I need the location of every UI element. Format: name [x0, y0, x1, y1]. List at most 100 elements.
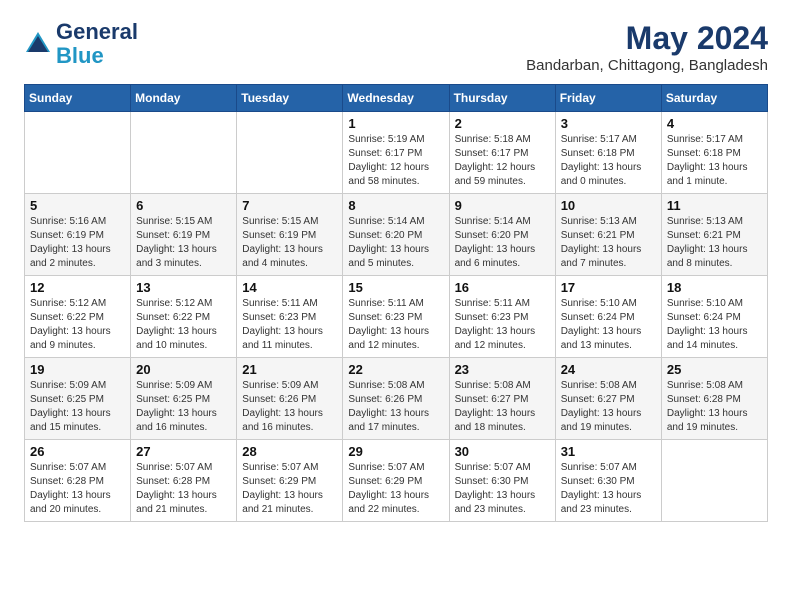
calendar-cell: 4 Sunrise: 5:17 AM Sunset: 6:18 PM Daylig…: [661, 112, 767, 194]
calendar-cell: 13 Sunrise: 5:12 AM Sunset: 6:22 PM Dayli…: [131, 276, 237, 358]
day-number: 2: [455, 116, 550, 131]
day-info: Sunrise: 5:07 AM Sunset: 6:30 PM Dayligh…: [455, 461, 550, 517]
calendar-cell: [661, 440, 767, 522]
day-info: Sunrise: 5:07 AM Sunset: 6:29 PM Dayligh…: [242, 461, 337, 517]
calendar-cell: 31 Sunrise: 5:07 AM Sunset: 6:30 PM Dayli…: [555, 440, 661, 522]
day-info: Sunrise: 5:12 AM Sunset: 6:22 PM Dayligh…: [30, 297, 125, 353]
weekday-header-friday: Friday: [555, 85, 661, 112]
day-info: Sunrise: 5:09 AM Sunset: 6:26 PM Dayligh…: [242, 379, 337, 435]
day-number: 19: [30, 362, 125, 377]
day-number: 24: [561, 362, 656, 377]
weekday-header-tuesday: Tuesday: [237, 85, 343, 112]
day-number: 17: [561, 280, 656, 295]
day-number: 10: [561, 198, 656, 213]
month-title: May 2024: [526, 20, 768, 57]
day-info: Sunrise: 5:10 AM Sunset: 6:24 PM Dayligh…: [561, 297, 656, 353]
calendar-cell: 8 Sunrise: 5:14 AM Sunset: 6:20 PM Daylig…: [343, 194, 449, 276]
weekday-header-saturday: Saturday: [661, 85, 767, 112]
day-info: Sunrise: 5:08 AM Sunset: 6:26 PM Dayligh…: [348, 379, 443, 435]
day-number: 18: [667, 280, 762, 295]
day-info: Sunrise: 5:10 AM Sunset: 6:24 PM Dayligh…: [667, 297, 762, 353]
day-info: Sunrise: 5:07 AM Sunset: 6:28 PM Dayligh…: [30, 461, 125, 517]
day-number: 4: [667, 116, 762, 131]
weekday-header-thursday: Thursday: [449, 85, 555, 112]
day-number: 6: [136, 198, 231, 213]
day-number: 22: [348, 362, 443, 377]
calendar-cell: 15 Sunrise: 5:11 AM Sunset: 6:23 PM Dayli…: [343, 276, 449, 358]
day-number: 11: [667, 198, 762, 213]
weekday-header-monday: Monday: [131, 85, 237, 112]
day-info: Sunrise: 5:13 AM Sunset: 6:21 PM Dayligh…: [667, 215, 762, 271]
calendar-cell: 12 Sunrise: 5:12 AM Sunset: 6:22 PM Dayli…: [25, 276, 131, 358]
day-number: 8: [348, 198, 443, 213]
day-info: Sunrise: 5:15 AM Sunset: 6:19 PM Dayligh…: [136, 215, 231, 271]
day-info: Sunrise: 5:11 AM Sunset: 6:23 PM Dayligh…: [348, 297, 443, 353]
day-info: Sunrise: 5:08 AM Sunset: 6:28 PM Dayligh…: [667, 379, 762, 435]
day-number: 7: [242, 198, 337, 213]
calendar-cell: 16Sunrise: 5:11 AM Sunset: 6:23 PM Dayli…: [449, 276, 555, 358]
day-number: 20: [136, 362, 231, 377]
calendar-cell: 22 Sunrise: 5:08 AM Sunset: 6:26 PM Dayli…: [343, 358, 449, 440]
day-number: 14: [242, 280, 337, 295]
day-number: 16: [455, 280, 550, 295]
logo-text: General Blue: [56, 20, 138, 68]
calendar-cell: 29Sunrise: 5:07 AM Sunset: 6:29 PM Dayli…: [343, 440, 449, 522]
calendar-table: SundayMondayTuesdayWednesdayThursdayFrid…: [24, 84, 768, 522]
day-info: Sunrise: 5:13 AM Sunset: 6:21 PM Dayligh…: [561, 215, 656, 271]
day-info: Sunrise: 5:12 AM Sunset: 6:22 PM Dayligh…: [136, 297, 231, 353]
day-info: Sunrise: 5:15 AM Sunset: 6:19 PM Dayligh…: [242, 215, 337, 271]
calendar-cell: 21 Sunrise: 5:09 AM Sunset: 6:26 PM Dayli…: [237, 358, 343, 440]
calendar-cell: 28Sunrise: 5:07 AM Sunset: 6:29 PM Dayli…: [237, 440, 343, 522]
calendar-cell: 23 Sunrise: 5:08 AM Sunset: 6:27 PM Dayli…: [449, 358, 555, 440]
day-number: 5: [30, 198, 125, 213]
weekday-header-wednesday: Wednesday: [343, 85, 449, 112]
logo-icon: [24, 30, 52, 58]
weekday-header-sunday: Sunday: [25, 85, 131, 112]
day-info: Sunrise: 5:18 AM Sunset: 6:17 PM Dayligh…: [455, 133, 550, 189]
day-info: Sunrise: 5:17 AM Sunset: 6:18 PM Dayligh…: [667, 133, 762, 189]
calendar-cell: 19 Sunrise: 5:09 AM Sunset: 6:25 PM Dayli…: [25, 358, 131, 440]
day-info: Sunrise: 5:07 AM Sunset: 6:28 PM Dayligh…: [136, 461, 231, 517]
day-number: 25: [667, 362, 762, 377]
location-subtitle: Bandarban, Chittagong, Bangladesh: [526, 57, 768, 74]
day-info: Sunrise: 5:08 AM Sunset: 6:27 PM Dayligh…: [561, 379, 656, 435]
day-number: 27: [136, 444, 231, 459]
day-info: Sunrise: 5:09 AM Sunset: 6:25 PM Dayligh…: [136, 379, 231, 435]
day-number: 31: [561, 444, 656, 459]
day-number: 21: [242, 362, 337, 377]
day-info: Sunrise: 5:07 AM Sunset: 6:30 PM Dayligh…: [561, 461, 656, 517]
day-info: Sunrise: 5:11 AM Sunset: 6:23 PM Dayligh…: [242, 297, 337, 353]
day-number: 30: [455, 444, 550, 459]
day-number: 1: [348, 116, 443, 131]
title-block: May 2024 Bandarban, Chittagong, Banglade…: [526, 20, 768, 74]
day-number: 23: [455, 362, 550, 377]
calendar-cell: [237, 112, 343, 194]
day-info: Sunrise: 5:19 AM Sunset: 6:17 PM Dayligh…: [348, 133, 443, 189]
day-number: 12: [30, 280, 125, 295]
calendar-cell: 7 Sunrise: 5:15 AM Sunset: 6:19 PM Daylig…: [237, 194, 343, 276]
calendar-cell: 2 Sunrise: 5:18 AM Sunset: 6:17 PM Daylig…: [449, 112, 555, 194]
page-header: General Blue May 2024 Bandarban, Chittag…: [24, 20, 768, 74]
calendar-cell: 30 Sunrise: 5:07 AM Sunset: 6:30 PM Dayli…: [449, 440, 555, 522]
day-info: Sunrise: 5:08 AM Sunset: 6:27 PM Dayligh…: [455, 379, 550, 435]
day-number: 15: [348, 280, 443, 295]
day-number: 9: [455, 198, 550, 213]
calendar-cell: 11 Sunrise: 5:13 AM Sunset: 6:21 PM Dayli…: [661, 194, 767, 276]
calendar-cell: 9Sunrise: 5:14 AM Sunset: 6:20 PM Daylig…: [449, 194, 555, 276]
day-info: Sunrise: 5:07 AM Sunset: 6:29 PM Dayligh…: [348, 461, 443, 517]
day-info: Sunrise: 5:09 AM Sunset: 6:25 PM Dayligh…: [30, 379, 125, 435]
calendar-cell: 20 Sunrise: 5:09 AM Sunset: 6:25 PM Dayli…: [131, 358, 237, 440]
calendar-cell: 14 Sunrise: 5:11 AM Sunset: 6:23 PM Dayli…: [237, 276, 343, 358]
calendar-cell: 6 Sunrise: 5:15 AM Sunset: 6:19 PM Daylig…: [131, 194, 237, 276]
calendar-cell: 25 Sunrise: 5:08 AM Sunset: 6:28 PM Dayli…: [661, 358, 767, 440]
day-info: Sunrise: 5:17 AM Sunset: 6:18 PM Dayligh…: [561, 133, 656, 189]
calendar-cell: 5 Sunrise: 5:16 AM Sunset: 6:19 PM Daylig…: [25, 194, 131, 276]
day-number: 3: [561, 116, 656, 131]
calendar-cell: 3 Sunrise: 5:17 AM Sunset: 6:18 PM Daylig…: [555, 112, 661, 194]
day-number: 13: [136, 280, 231, 295]
calendar-cell: 27 Sunrise: 5:07 AM Sunset: 6:28 PM Dayli…: [131, 440, 237, 522]
logo: General Blue: [24, 20, 138, 68]
day-info: Sunrise: 5:16 AM Sunset: 6:19 PM Dayligh…: [30, 215, 125, 271]
calendar-cell: 1 Sunrise: 5:19 AM Sunset: 6:17 PM Daylig…: [343, 112, 449, 194]
day-info: Sunrise: 5:14 AM Sunset: 6:20 PM Dayligh…: [348, 215, 443, 271]
